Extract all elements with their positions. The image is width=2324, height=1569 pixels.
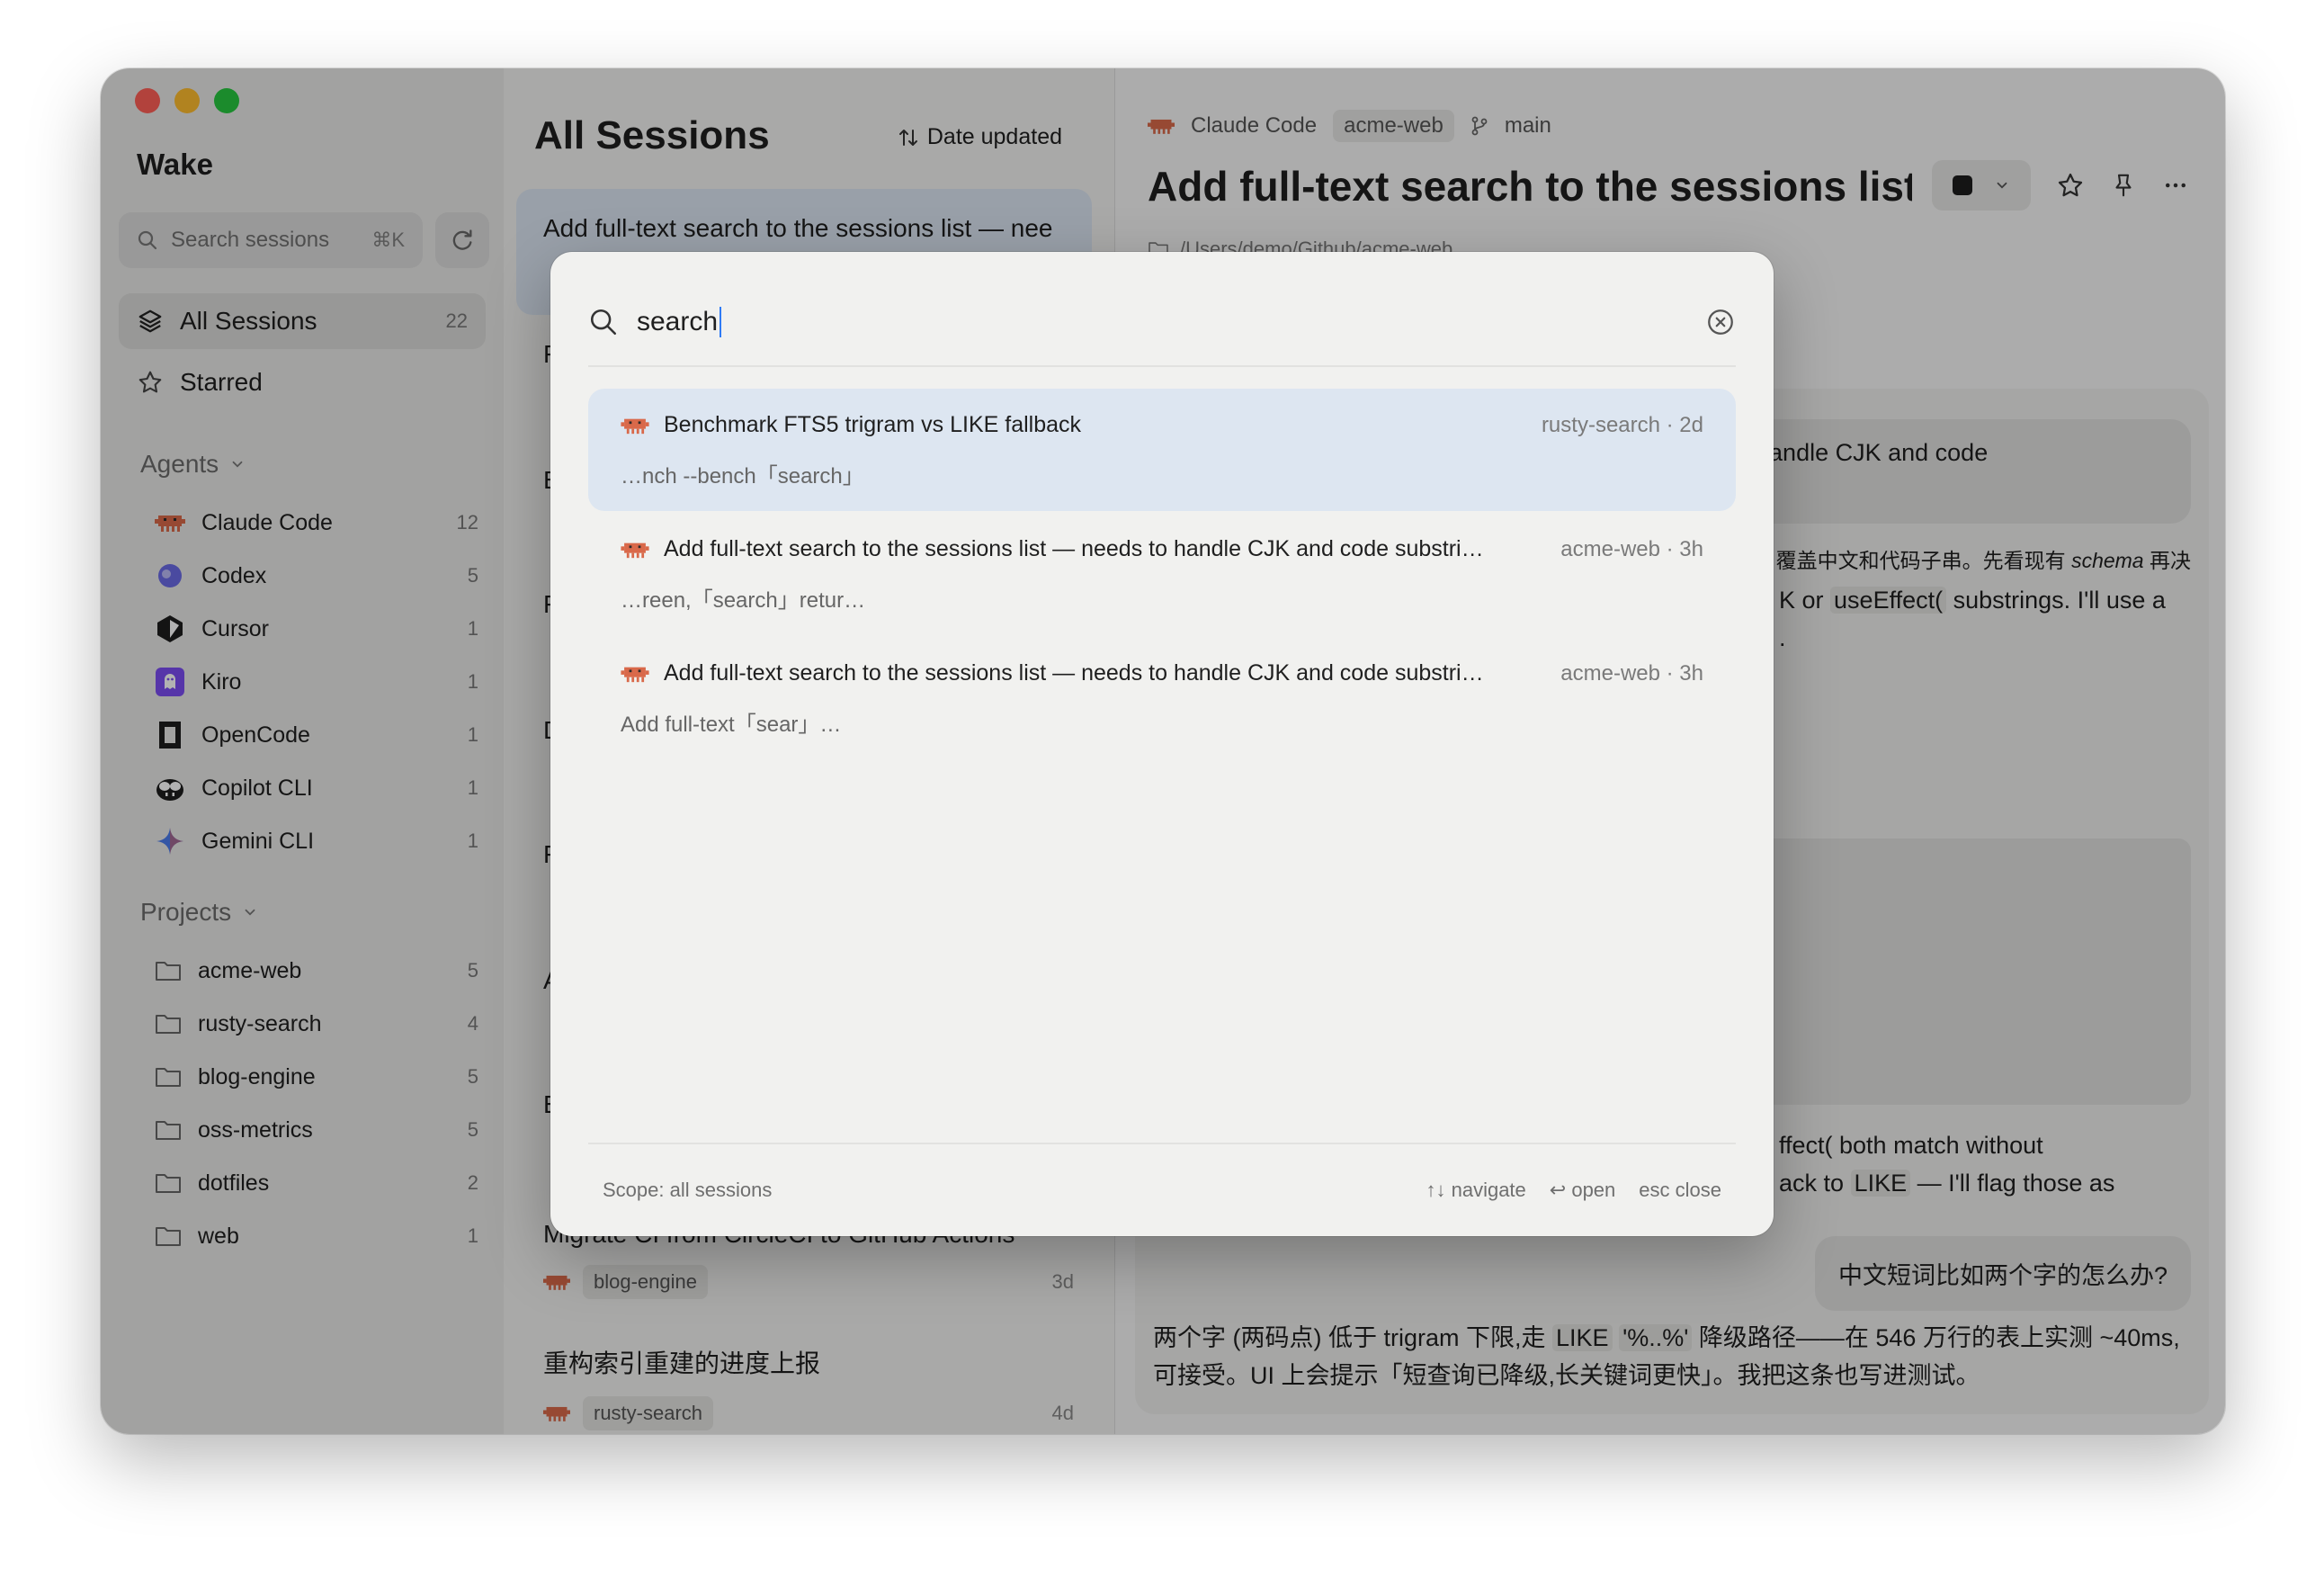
result-meta: acme-web · 3h bbox=[1560, 536, 1703, 561]
result-snippet: …reen,「search」retur… bbox=[621, 588, 866, 613]
result-meta: acme-web · 3h bbox=[1560, 660, 1703, 686]
claude-code-icon bbox=[621, 667, 649, 682]
app-window: Wake Search sessions ⌘K All Sessions 22 … bbox=[101, 68, 2225, 1434]
palette-footer: Scope: all sessions ↑↓ navigate ↩ open e… bbox=[588, 1143, 1736, 1236]
result-title: Add full-text search to the sessions lis… bbox=[664, 660, 1484, 686]
search-palette: search Benchmark FTS5 trigram vs LIKE fa… bbox=[550, 252, 1774, 1236]
claude-code-icon bbox=[621, 542, 649, 558]
result-meta: rusty-search · 2d bbox=[1541, 412, 1703, 437]
search-result[interactable]: Add full-text search to the sessions lis… bbox=[588, 513, 1736, 635]
palette-search-field[interactable]: search bbox=[588, 299, 1736, 367]
search-result[interactable]: Benchmark FTS5 trigram vs LIKE fallback … bbox=[588, 389, 1736, 511]
hint-navigate: ↑↓ navigate bbox=[1426, 1179, 1526, 1201]
result-snippet: Add full-text「sear」… bbox=[621, 713, 842, 737]
palette-query: search bbox=[637, 307, 719, 336]
hint-open: ↩ open bbox=[1549, 1179, 1616, 1201]
search-scope: Scope: all sessions bbox=[603, 1179, 773, 1201]
result-title: Benchmark FTS5 trigram vs LIKE fallback bbox=[664, 412, 1082, 437]
result-title: Add full-text search to the sessions lis… bbox=[664, 536, 1484, 561]
clear-icon[interactable] bbox=[1705, 307, 1736, 337]
hint-close: esc close bbox=[1639, 1179, 1721, 1201]
search-icon bbox=[590, 309, 617, 336]
text-caret bbox=[720, 307, 722, 337]
result-snippet: …nch --bench「search」 bbox=[621, 464, 864, 489]
claude-code-icon bbox=[621, 418, 649, 434]
search-result[interactable]: Add full-text search to the sessions lis… bbox=[588, 637, 1736, 759]
